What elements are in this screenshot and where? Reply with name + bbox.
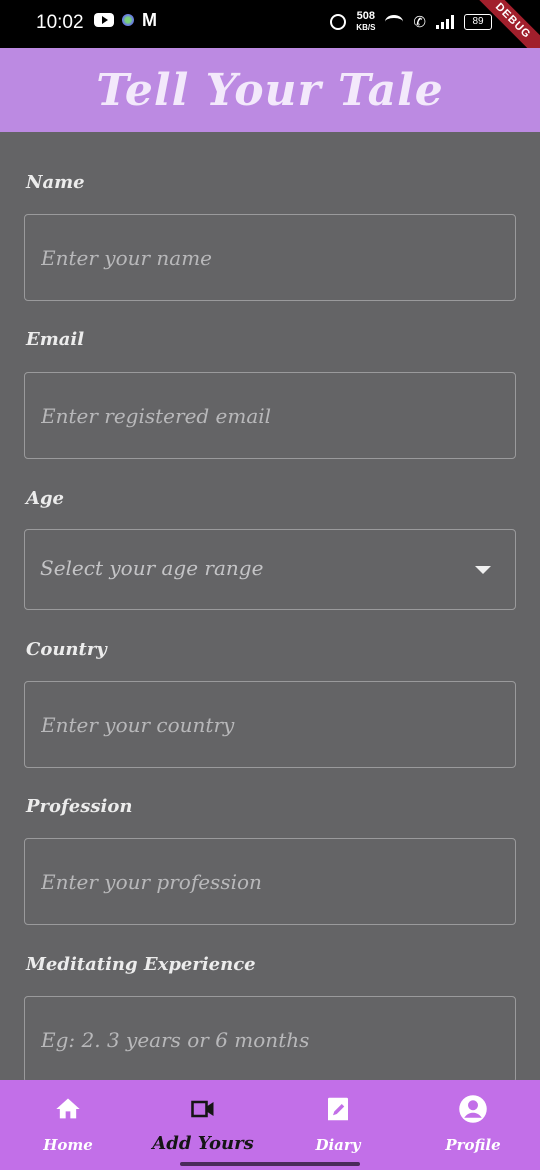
country-field-container bbox=[24, 681, 516, 768]
experience-label: Meditating Experience bbox=[26, 954, 256, 975]
nav-label-add-yours: Add Yours bbox=[152, 1133, 254, 1154]
nav-label-profile: Profile bbox=[445, 1136, 501, 1154]
dropdown-arrow-icon bbox=[475, 566, 491, 574]
network-speed-unit: KB/S bbox=[356, 23, 376, 32]
country-label: Country bbox=[26, 639, 107, 660]
experience-field-container bbox=[24, 996, 516, 1083]
system-icons: 508 KB/S ✆ 89 bbox=[330, 11, 492, 33]
nav-item-profile[interactable]: Profile bbox=[408, 1094, 538, 1154]
country-input[interactable] bbox=[25, 682, 515, 767]
nav-item-add-yours[interactable]: Add Yours bbox=[138, 1094, 268, 1154]
email-input[interactable] bbox=[25, 373, 515, 458]
age-label: Age bbox=[26, 488, 65, 509]
alarm-icon bbox=[330, 14, 347, 30]
network-speed-value: 508 bbox=[356, 10, 376, 22]
wifi-calling-icon: ✆ bbox=[413, 14, 426, 31]
name-label: Name bbox=[26, 172, 85, 193]
age-dropdown[interactable]: Select your age range bbox=[24, 529, 516, 610]
app-title: Tell Your Tale bbox=[96, 64, 444, 116]
signal-icon bbox=[436, 15, 454, 29]
notification-icons: M bbox=[94, 10, 157, 30]
network-speed: 508 KB/S bbox=[356, 11, 375, 33]
age-dropdown-hint: Select your age range bbox=[40, 556, 264, 580]
email-label: Email bbox=[26, 329, 85, 350]
nav-item-diary[interactable]: Diary bbox=[273, 1094, 403, 1154]
youtube-icon bbox=[94, 13, 114, 27]
name-field-container bbox=[24, 214, 516, 301]
gesture-bar bbox=[180, 1162, 360, 1166]
video-camera-icon bbox=[138, 1094, 268, 1124]
profession-field-container bbox=[24, 838, 516, 925]
status-bar: 10:02 M 508 KB/S ✆ 89 DEBUG bbox=[0, 0, 540, 67]
experience-input[interactable] bbox=[25, 997, 515, 1082]
profession-input[interactable] bbox=[25, 839, 515, 924]
bottom-navigation: Home Add Yours Diary Profile bbox=[0, 1080, 540, 1170]
nav-item-home[interactable]: Home bbox=[3, 1094, 133, 1154]
clipboard-edit-icon bbox=[273, 1094, 403, 1124]
name-input[interactable] bbox=[25, 215, 515, 300]
gmail-icon: M bbox=[142, 10, 157, 30]
home-icon bbox=[3, 1094, 133, 1124]
app-notification-icon bbox=[122, 14, 134, 26]
account-circle-icon bbox=[408, 1094, 538, 1124]
status-time: 10:02 bbox=[36, 12, 84, 33]
app-bar: Tell Your Tale bbox=[0, 48, 540, 132]
wifi-icon bbox=[385, 15, 404, 29]
nav-label-home: Home bbox=[43, 1136, 93, 1154]
email-field-container bbox=[24, 372, 516, 459]
profession-label: Profession bbox=[26, 796, 133, 817]
nav-label-diary: Diary bbox=[315, 1136, 361, 1154]
battery-icon: 89 bbox=[464, 14, 492, 30]
